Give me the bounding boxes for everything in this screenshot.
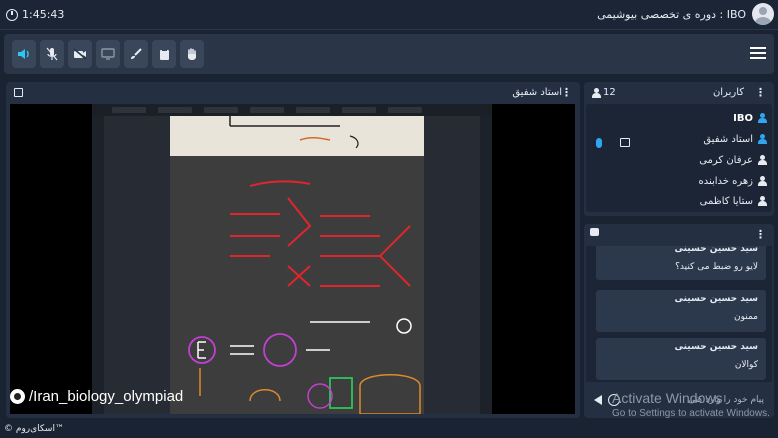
clock-icon — [6, 8, 18, 21]
send-icon[interactable] — [594, 395, 602, 405]
monitor-icon — [101, 48, 115, 60]
clipboard-icon — [159, 48, 169, 60]
user-icon — [758, 196, 767, 206]
windows-activation-notice: Activate Windows Go to Settings to activ… — [612, 390, 770, 419]
brush-icon — [131, 48, 142, 59]
chat-message: سید حسین حسینی کوالان — [596, 338, 766, 380]
session-clock: 1:45:43 — [6, 8, 64, 21]
hand-icon — [188, 47, 196, 60]
user-icon — [758, 155, 767, 165]
users-icon — [592, 87, 601, 98]
chat-icon — [590, 228, 599, 236]
control-toolbar — [4, 34, 774, 74]
whiteboard — [170, 116, 424, 414]
user-item[interactable]: عرفان کرمی — [699, 152, 767, 168]
drawing-palette — [480, 116, 492, 414]
users-title: کاربران — [712, 87, 744, 98]
user-item[interactable]: ستایا کاظمی — [700, 193, 767, 209]
chat-message: سید حسین حسینی لایو رو ضبط می کنید؟ — [596, 246, 766, 280]
user-item[interactable]: IBO — [733, 110, 767, 126]
whiteboard-drawing — [188, 116, 421, 414]
speaker-icon — [18, 49, 29, 59]
user-icon — [758, 134, 767, 144]
user-icon — [758, 113, 767, 123]
presenter-name: استاد شفیق — [512, 87, 562, 98]
app-sidebar — [92, 116, 104, 414]
chat-messages: سید حسین حسینی لایو رو ضبط می کنید؟ سید … — [586, 246, 772, 382]
users-options-icon[interactable]: ⋮ — [755, 87, 766, 98]
top-bar: 1:45:43 IBO : دوره ی تخصصی بیوشیمی — [0, 0, 778, 30]
user-avatar[interactable] — [752, 3, 774, 25]
instagram-icon — [10, 389, 25, 404]
microphone-button[interactable] — [40, 40, 64, 68]
more-options-icon[interactable]: ⋮ — [561, 87, 572, 98]
menu-icon[interactable] — [750, 44, 766, 64]
shared-screen-video — [10, 104, 575, 414]
draw-button[interactable] — [124, 40, 148, 68]
instagram-watermark: /Iran_biology_olympiad — [10, 388, 183, 405]
user-count: 12 — [592, 87, 616, 98]
user-item[interactable]: استاد شفیق — [703, 131, 767, 147]
mic-icon — [596, 138, 602, 148]
screen-share-button[interactable] — [96, 40, 120, 68]
camera-off-icon — [73, 48, 87, 60]
screen-share-icon — [620, 138, 630, 147]
files-button[interactable] — [152, 40, 176, 68]
user-list: IBO استاد شفیق عرفان کرمی زهره خدابنده س… — [586, 104, 772, 212]
browser-tab-bar — [92, 104, 492, 116]
mic-off-icon — [46, 47, 58, 61]
camera-button[interactable] — [68, 40, 92, 68]
shared-screen — [92, 104, 492, 414]
user-item[interactable]: زهره خدابنده — [698, 173, 767, 189]
chat-options-icon[interactable]: ⋮ — [755, 229, 766, 240]
user-icon — [758, 176, 767, 186]
raise-hand-button[interactable] — [180, 40, 204, 68]
speaker-button[interactable] — [12, 40, 36, 68]
watermark-text: /Iran_biology_olympiad — [29, 388, 184, 405]
footer-brand: © اسکای‌روم™ — [4, 424, 64, 434]
chat-message: سید حسین حسینی ممنون — [596, 290, 766, 332]
course-title: IBO : دوره ی تخصصی بیوشیمی — [597, 8, 746, 21]
pin-icon[interactable] — [14, 88, 23, 97]
session-time: 1:45:43 — [22, 8, 65, 21]
